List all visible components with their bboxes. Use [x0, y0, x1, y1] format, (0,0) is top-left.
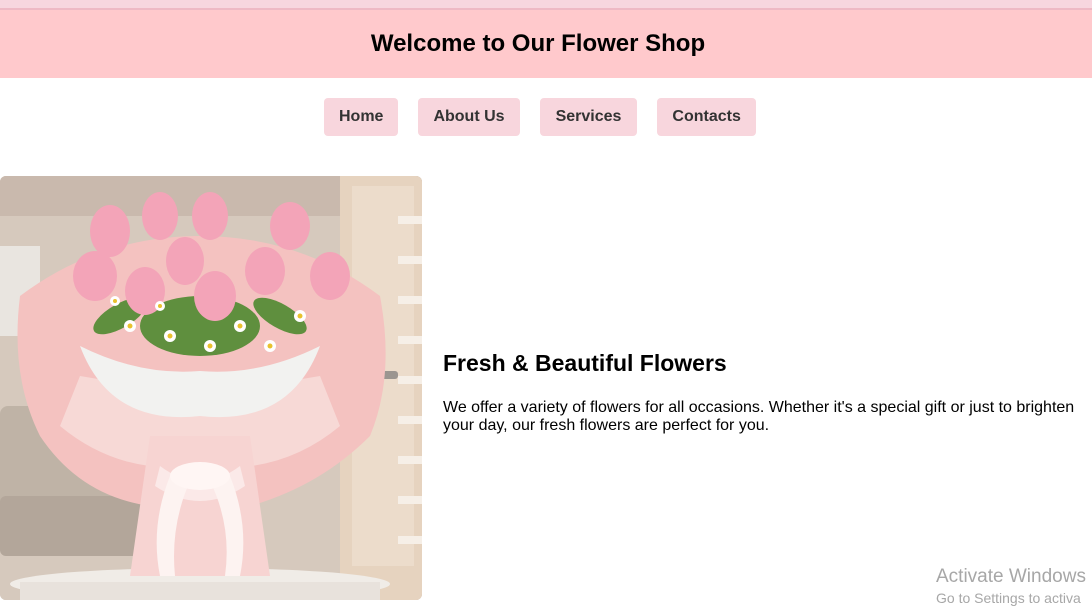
section-description: We offer a variety of flowers for all oc…: [443, 399, 1075, 434]
bouquet-illustration: [0, 176, 422, 600]
site-header: Welcome to Our Flower Shop: [0, 10, 1092, 78]
nav-home-button[interactable]: Home: [324, 98, 399, 136]
watermark-title: Activate Windows: [936, 566, 1086, 587]
activate-windows-watermark: Activate Windows Go to Settings to activ…: [936, 566, 1086, 606]
watermark-subtitle: Go to Settings to activa: [936, 590, 1081, 606]
nav-contacts-button[interactable]: Contacts: [657, 98, 756, 136]
page-title: Welcome to Our Flower Shop: [370, 30, 706, 57]
main-nav: Home About Us Services Contacts: [324, 98, 756, 136]
nav-about-button[interactable]: About Us: [418, 98, 520, 136]
section-heading: Fresh & Beautiful Flowers: [443, 350, 727, 376]
nav-services-button[interactable]: Services: [539, 98, 638, 136]
top-border: [0, 0, 1092, 10]
intro-section: Fresh & Beautiful Flowers We offer a var…: [443, 350, 1083, 435]
flower-bouquet-image: [0, 176, 422, 600]
